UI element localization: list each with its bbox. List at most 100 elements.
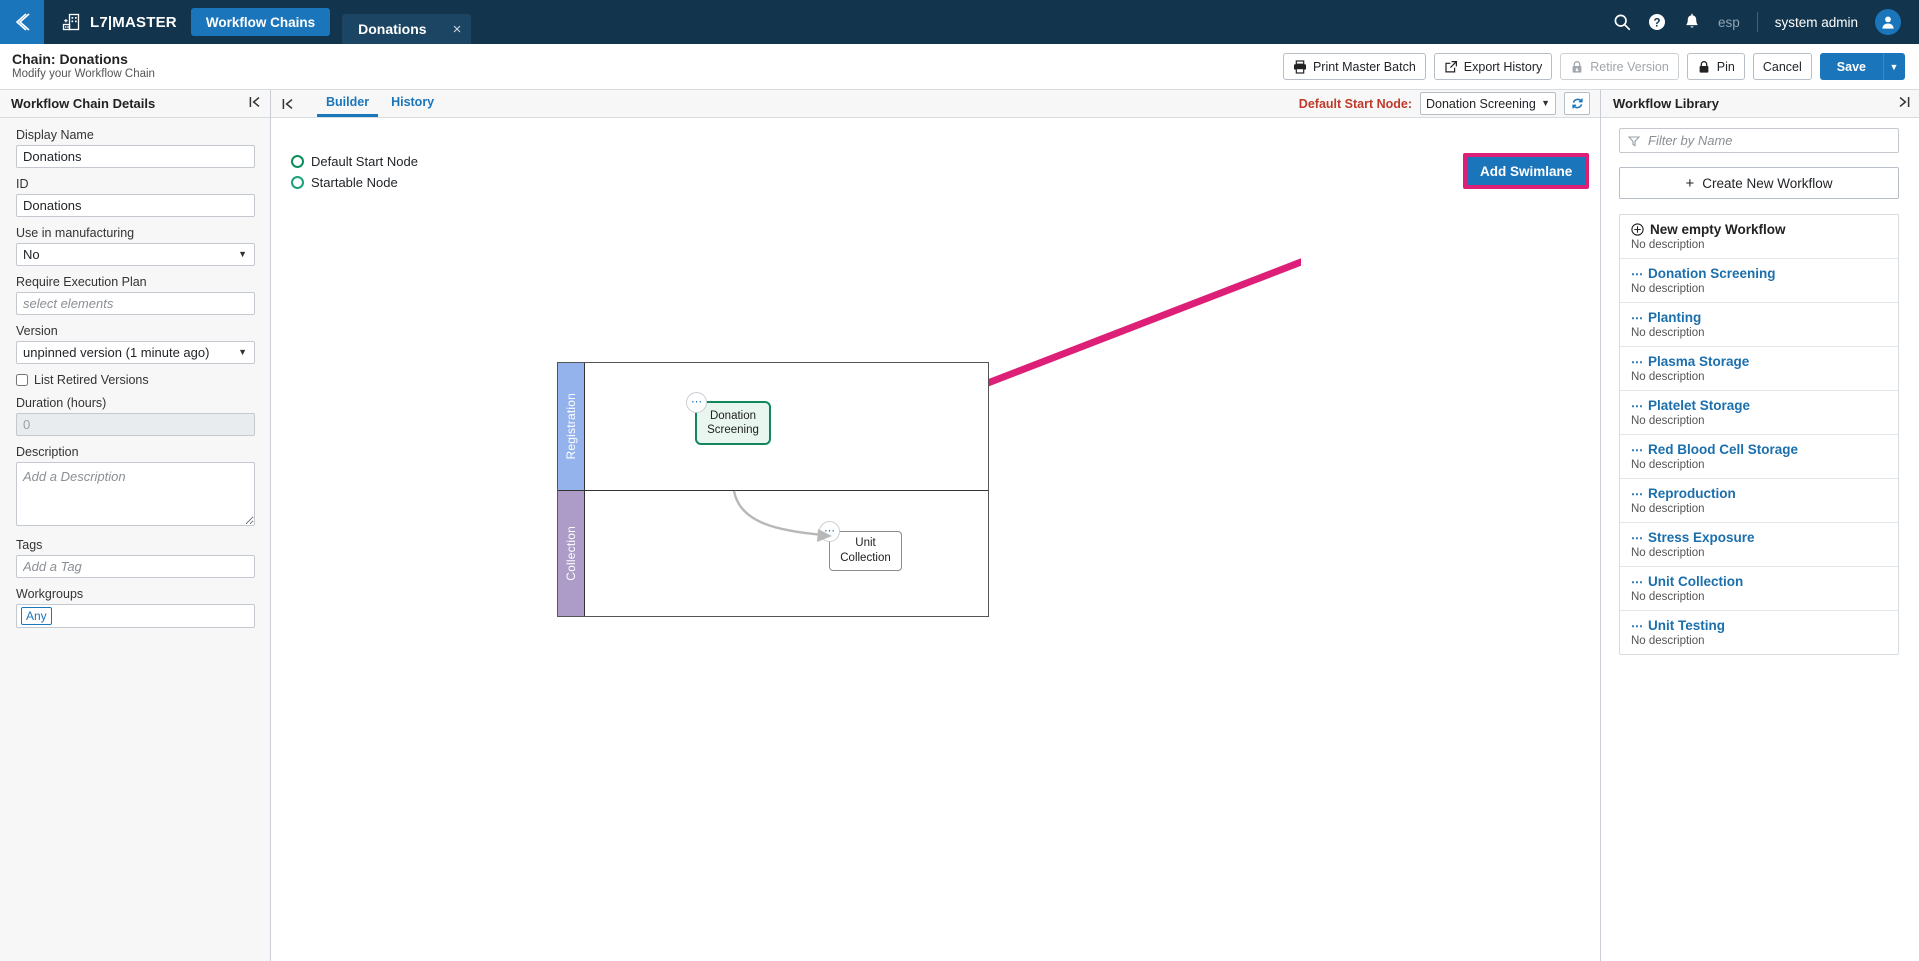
bell-icon[interactable] (1683, 13, 1701, 31)
refresh-button[interactable] (1564, 92, 1590, 115)
help-circle-icon[interactable]: ? (1648, 13, 1666, 31)
list-item[interactable]: ⋯ Stress Exposure No description (1620, 523, 1898, 567)
svg-text:?: ? (1653, 17, 1660, 29)
require-execution-plan-input[interactable] (16, 292, 255, 315)
tab-workflow-chains[interactable]: Workflow Chains (190, 8, 331, 36)
tab-history[interactable]: History (382, 90, 443, 117)
lock-down-icon (1572, 60, 1582, 73)
list-item[interactable]: ⋯ Reproduction No description (1620, 479, 1898, 523)
right-panel-header: Workflow Library (1601, 90, 1919, 118)
use-in-manufacturing-select[interactable]: No (16, 243, 255, 266)
export-history-button[interactable]: Export History (1433, 53, 1553, 80)
workgroup-chip[interactable]: Any (21, 607, 52, 625)
filter-box[interactable] (1619, 128, 1899, 153)
node-menu-icon[interactable]: ⋯ (819, 520, 840, 542)
refresh-icon (1571, 98, 1583, 109)
lock-icon (1699, 60, 1709, 73)
list-item[interactable]: ⋯ Unit Collection No description (1620, 567, 1898, 611)
workgroups-field[interactable]: Any (16, 604, 255, 628)
workflow-item-description: No description (1631, 503, 1705, 515)
create-new-workflow-button[interactable]: + Create New Workflow (1619, 167, 1899, 199)
pin-button[interactable]: Pin (1686, 53, 1745, 80)
swimlane-registration-header[interactable]: Registration (558, 363, 585, 490)
export-history-label: Export History (1463, 59, 1543, 74)
external-link-icon (1445, 60, 1457, 72)
dots-icon: ⋯ (1631, 398, 1643, 413)
swimlane-collection-body[interactable]: ⋯ Unit Collection (585, 491, 988, 617)
list-retired-versions-row[interactable]: List Retired Versions (16, 373, 254, 387)
app-logo: L7|MASTER (44, 12, 191, 33)
legend-startable-node-label: Startable Node (311, 175, 398, 190)
retire-version-button[interactable]: Retire Version (1560, 53, 1679, 80)
tab-builder[interactable]: Builder (317, 90, 379, 117)
tab-donations[interactable]: Donations × (342, 14, 472, 44)
list-item[interactable]: ⋯ Red Blood Cell Storage No description (1620, 435, 1898, 479)
workflow-item-name: Unit Collection (1648, 574, 1744, 589)
cancel-button[interactable]: Cancel (1752, 53, 1812, 80)
description-textarea[interactable] (16, 462, 255, 526)
id-label: ID (16, 177, 29, 191)
add-swimlane-button[interactable]: Add Swimlane (1467, 157, 1586, 185)
node-unit-collection[interactable]: ⋯ Unit Collection (819, 520, 902, 571)
workflow-item-name: Platelet Storage (1648, 398, 1751, 413)
version-select[interactable]: unpinned version (1 minute ago) (16, 341, 255, 364)
dots-icon: ⋯ (1631, 486, 1643, 501)
language-selector[interactable]: esp (1718, 15, 1740, 30)
list-item[interactable]: New empty Workflow No description (1620, 215, 1898, 259)
builder-canvas[interactable]: Default Start Node Startable Node Add Sw… (271, 118, 1600, 961)
pin-label: Pin (1716, 59, 1735, 74)
legend-default-start-node-label: Default Start Node (311, 154, 418, 169)
workflow-item-title-row: ⋯ Stress Exposure (1631, 530, 1888, 545)
header-divider (1756, 12, 1758, 32)
workgroups-label: Workgroups (16, 587, 84, 601)
list-retired-versions-checkbox[interactable] (16, 374, 28, 386)
page-title: Chain: Donations (12, 50, 128, 67)
workflow-item-description: No description (1631, 415, 1705, 427)
workflow-item-description: No description (1631, 547, 1705, 559)
swimlane-registration-body[interactable]: ⋯ Donation Screening (585, 363, 988, 490)
workflow-item-name: Donation Screening (1648, 266, 1776, 281)
workflow-item-title-row: ⋯ Donation Screening (1631, 266, 1888, 281)
search-icon[interactable] (1613, 13, 1631, 31)
workflow-item-title-row: ⋯ Reproduction (1631, 486, 1888, 501)
topbar-actions: ? esp system admin (1613, 9, 1919, 35)
node-donation-screening[interactable]: ⋯ Donation Screening (686, 392, 771, 445)
display-name-label: Display Name (16, 128, 94, 142)
list-item[interactable]: ⋯ Planting No description (1620, 303, 1898, 347)
save-button[interactable]: Save (1819, 53, 1883, 80)
plus-icon: + (1685, 174, 1695, 192)
workflow-item-name: Reproduction (1648, 486, 1736, 501)
retire-version-label: Retire Version (1590, 59, 1669, 74)
filter-input[interactable] (1648, 130, 1898, 151)
save-dropdown-toggle[interactable]: ▼ (1883, 53, 1905, 80)
left-panel-title: Workflow Chain Details (11, 96, 156, 111)
swimlane-registration[interactable]: Registration ⋯ Donation Screening (558, 363, 988, 490)
avatar[interactable] (1875, 9, 1901, 35)
printer-icon (1293, 59, 1306, 74)
print-master-batch-button[interactable]: Print Master Batch (1282, 53, 1426, 80)
dots-icon: ⋯ (1631, 530, 1643, 545)
close-icon[interactable]: × (453, 22, 462, 37)
workflow-item-title-row: ⋯ Unit Testing (1631, 618, 1888, 633)
back-button[interactable] (0, 0, 44, 44)
expand-right-icon[interactable] (1897, 95, 1911, 112)
collapse-left-icon[interactable] (248, 95, 262, 112)
id-input[interactable] (16, 194, 255, 217)
list-item[interactable]: ⋯ Plasma Storage No description (1620, 347, 1898, 391)
tags-input[interactable] (16, 555, 255, 578)
list-item[interactable]: ⋯ Platelet Storage No description (1620, 391, 1898, 435)
default-start-node-select[interactable]: Donation Screening (1420, 92, 1556, 115)
list-item[interactable]: ⋯ Donation Screening No description (1620, 259, 1898, 303)
workflow-item-description: No description (1631, 371, 1705, 383)
display-name-input[interactable] (16, 145, 255, 168)
swimlane-collection-header[interactable]: Collection (558, 490, 585, 616)
tab-builder-label: Builder (326, 95, 370, 109)
duration-input[interactable] (16, 413, 255, 436)
list-item[interactable]: ⋯ Unit Testing No description (1620, 611, 1898, 654)
node-menu-icon[interactable]: ⋯ (686, 392, 707, 413)
center-collapse-icon[interactable] (271, 90, 305, 117)
dots-icon: ⋯ (1631, 310, 1643, 325)
version-label: Version (16, 324, 58, 338)
swimlane-collection[interactable]: Collection ⋯ Unit Collection (558, 489, 988, 617)
swimlane-diagram: Registration ⋯ Donation Screening Collec… (557, 362, 989, 617)
